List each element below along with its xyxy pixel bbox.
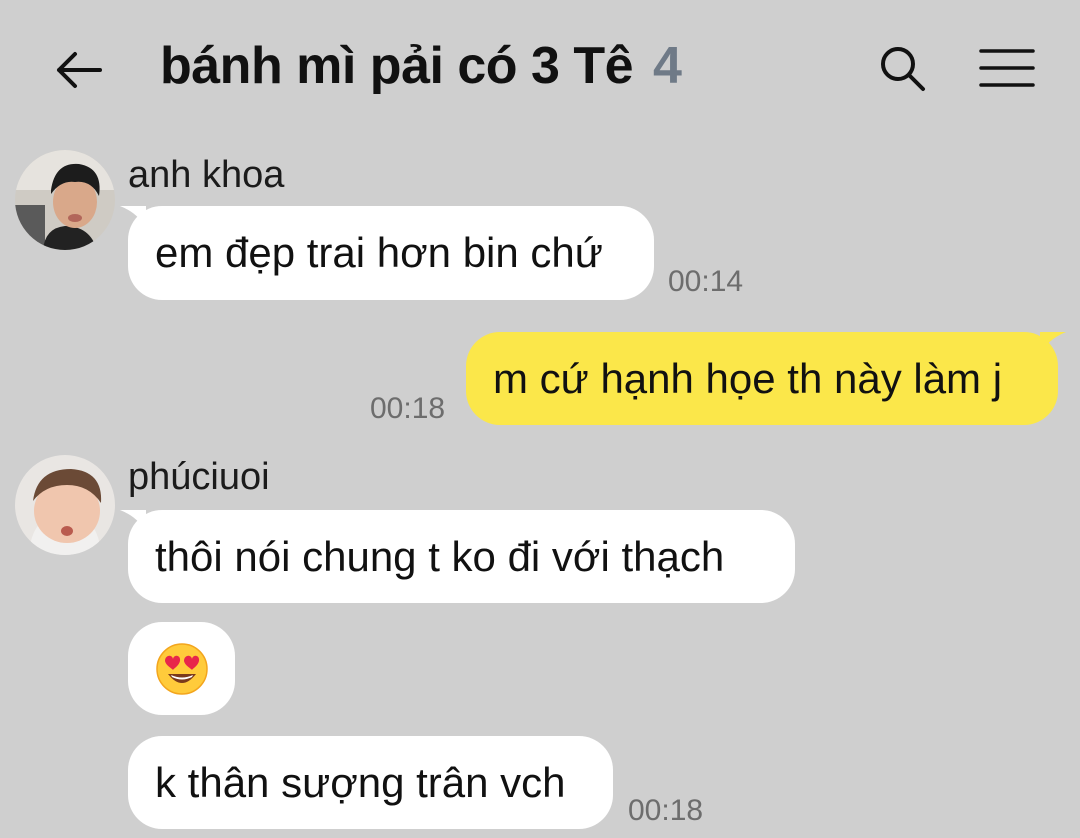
member-count: 4 [653,37,682,95]
heart-eyes-icon [155,642,208,695]
message-time: 00:18 [370,392,446,425]
chat-title-text: bánh mì pải có 3 Tê [160,37,634,95]
bubble-tail [1040,332,1066,356]
arrow-left-icon [57,52,102,88]
message-time: 00:18 [628,794,704,827]
menu-button[interactable] [976,38,1038,98]
avatar-phuciuoi[interactable] [15,455,115,555]
profile-photo-icon [15,455,115,555]
message-text: em đẹp trai hơn bin chứ [155,229,603,276]
profile-photo-icon [15,150,115,250]
message-bubble[interactable]: em đẹp trai hơn bin chứ [128,206,654,300]
hamburger-menu-icon [979,49,1035,87]
sender-name: anh khoa [128,154,285,196]
sender-name: phúciuoi [128,456,270,498]
message-bubble[interactable]: k thân sượng trân vch [128,736,613,829]
chat-title: bánh mì pải có 3 Tê 4 [160,36,682,96]
message-text: m cứ hạnh họe th này làm j [493,354,1003,402]
message-time: 00:14 [668,265,744,298]
outgoing-message-bubble[interactable]: m cứ hạnh họe th này làm j [466,332,1058,425]
search-button[interactable] [872,38,932,98]
message-text: thôi nói chung t ko đi với thạch [155,532,725,580]
search-icon [881,47,925,91]
emoji-message-bubble[interactable]: 😍 [128,622,235,715]
avatar-anh-khoa[interactable] [15,150,115,250]
message-text: k thân sượng trân vch [155,758,566,806]
back-button[interactable] [48,40,108,100]
message-bubble[interactable]: thôi nói chung t ko đi với thạch [128,510,795,603]
heart-eyes-emoji-icon: 😍 [155,642,209,696]
chat-header: bánh mì pải có 3 Tê 4 [0,0,1080,135]
